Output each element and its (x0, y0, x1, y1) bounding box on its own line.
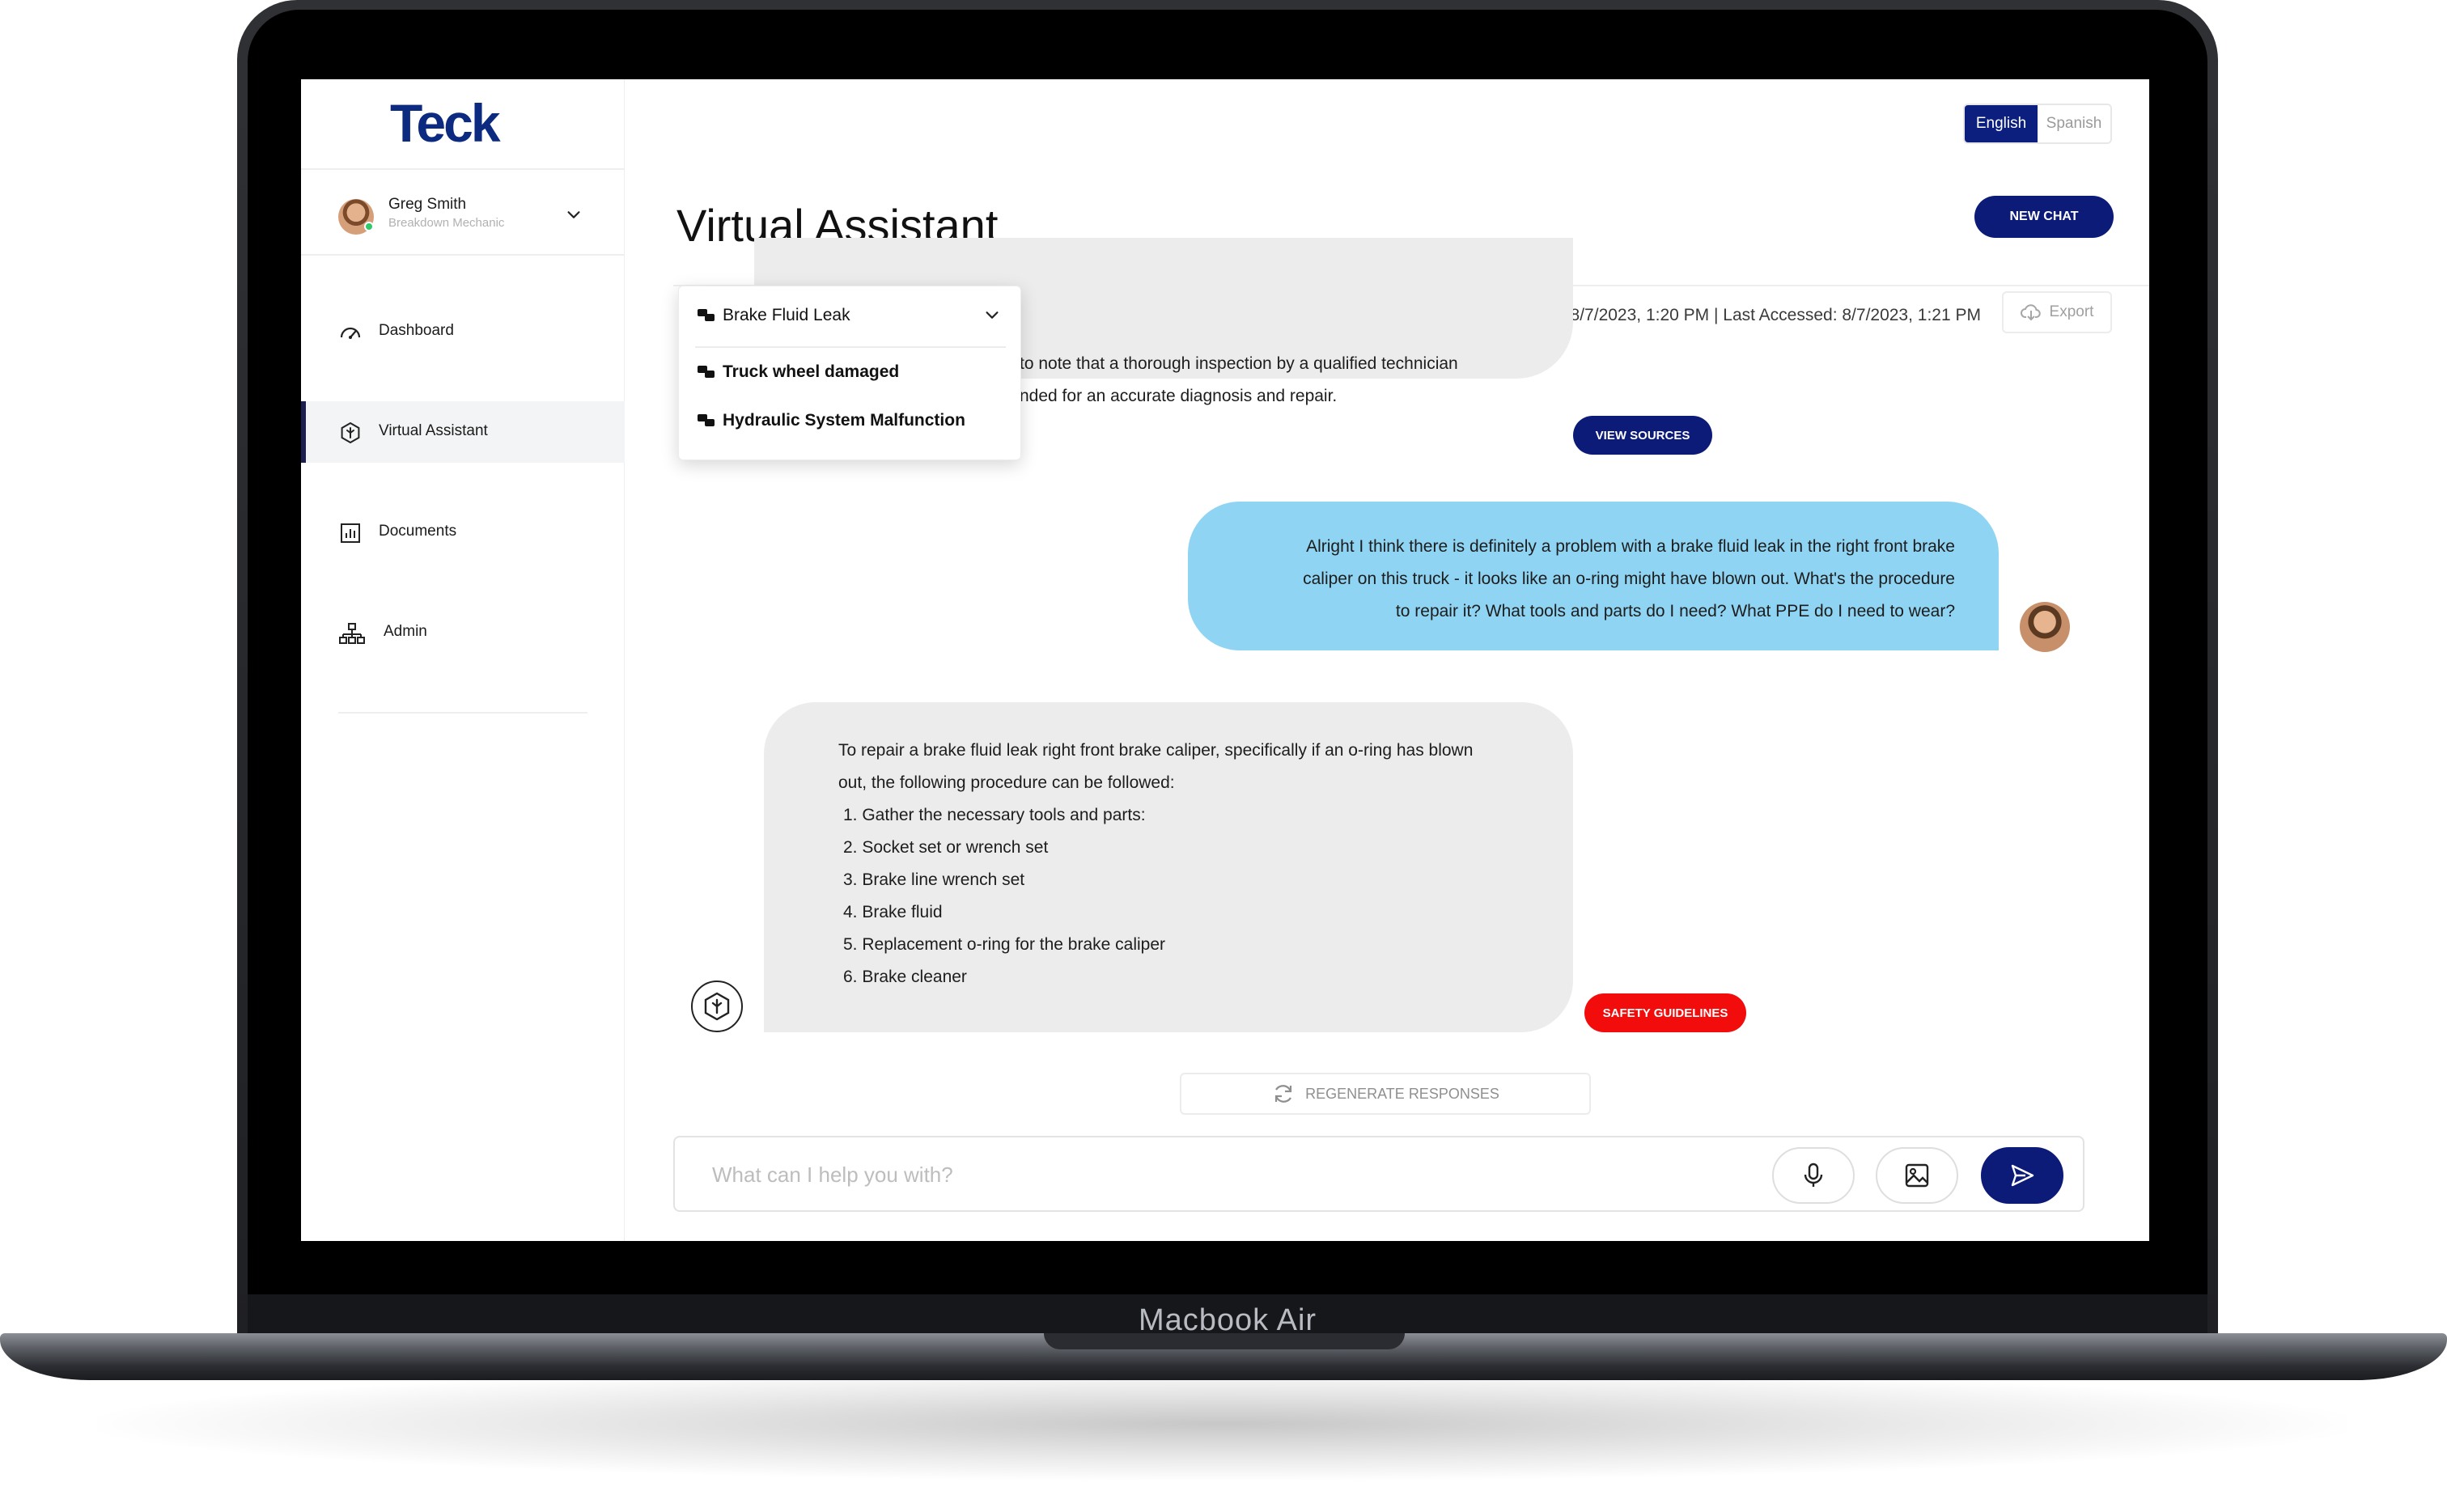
teck-logo[interactable]: Teck (390, 92, 501, 154)
chevron-down-icon (986, 311, 999, 319)
regenerate-label: REGENERATE RESPONSES (1305, 1085, 1499, 1102)
image-upload-button[interactable] (1876, 1147, 1958, 1204)
divider (301, 254, 625, 256)
language-option-spanish[interactable]: Spanish (2038, 105, 2110, 142)
list-item: 1. Gather the necessary tools and parts: (843, 806, 1146, 824)
gauge-icon (340, 327, 361, 339)
sidebar-item-documents[interactable]: Documents (301, 502, 625, 563)
selected-conversation: Brake Fluid Leak (723, 306, 850, 324)
chevron-down-icon (567, 211, 580, 218)
message-line: nded for an accurate diagnosis and repai… (1020, 387, 1338, 405)
chat-bubbles-icon (698, 309, 715, 321)
chat-bubbles-icon (698, 366, 715, 378)
send-icon (2011, 1164, 2034, 1187)
user-role: Breakdown Mechanic (388, 216, 505, 230)
image-icon (1905, 1163, 1929, 1188)
sidebar-item-virtual-assistant[interactable]: Virtual Assistant (301, 401, 625, 463)
sidebar-item-admin[interactable]: Admin (301, 602, 625, 663)
assistant-message-content: To repair a brake fluid leak right front… (838, 735, 1534, 1026)
refresh-icon (1275, 1085, 1292, 1103)
cloud-download-icon (2020, 304, 2041, 321)
language-toggle: English Spanish (1963, 104, 2112, 144)
divider (338, 712, 587, 714)
assistant-avatar (691, 980, 743, 1032)
floor-shadow (97, 1367, 2347, 1480)
org-chart-icon (339, 623, 365, 644)
message-line: to note that a thorough inspection by a … (1020, 354, 1458, 373)
list-item: 4. Brake fluid (843, 903, 943, 921)
divider (301, 168, 625, 170)
procedure-steps: 1. Gather the necessary tools and parts:… (838, 799, 1486, 993)
user-name: Greg Smith (388, 196, 467, 213)
conversation-option[interactable]: Truck wheel damaged (679, 351, 1022, 393)
conversation-selector[interactable]: Brake Fluid Leak (679, 286, 1022, 346)
regenerate-responses-button[interactable]: REGENERATE RESPONSES (1180, 1073, 1591, 1115)
sidebar: Teck Greg Smith Breakdown Mechanic Dashb… (301, 79, 625, 1241)
voice-input-button[interactable] (1772, 1147, 1855, 1204)
hexagon-assistant-icon (704, 992, 730, 1021)
chat-bubbles-icon (698, 414, 715, 426)
app-screen: Teck Greg Smith Breakdown Mechanic Dashb… (301, 79, 2149, 1241)
sidebar-item-label: Documents (379, 523, 457, 540)
online-status-dot (364, 222, 374, 231)
message-line: to repair it? What tools and parts do I … (1395, 602, 1955, 620)
safety-guidelines-button[interactable]: SAFETY GUIDELINES (1584, 993, 1746, 1032)
divider (695, 346, 1006, 348)
bar-chart-document-icon (341, 523, 360, 543)
view-sources-button[interactable]: VIEW SOURCES (1573, 416, 1712, 455)
new-chat-button[interactable]: NEW CHAT (1974, 196, 2114, 238)
list-item: 6. Brake cleaner (843, 968, 967, 986)
conversation-dropdown: Brake Fluid Leak Truck wheel damaged Hyd… (678, 286, 1021, 460)
sidebar-item-dashboard[interactable]: Dashboard (301, 301, 625, 362)
sidebar-item-label: Virtual Assistant (379, 422, 488, 439)
list-item: 5. Replacement o-ring for the brake cali… (843, 935, 1166, 954)
message-input[interactable] (712, 1155, 1748, 1194)
conversation-option-label: Truck wheel damaged (723, 362, 900, 381)
conversation-option-label: Hydraulic System Malfunction (723, 411, 965, 430)
user-avatar (2020, 602, 2070, 652)
user-menu[interactable]: Greg Smith Breakdown Mechanic (338, 196, 597, 241)
message-line: out, the following procedure can be foll… (838, 773, 1175, 792)
message-line: Alright I think there is definitely a pr… (1306, 537, 1955, 556)
send-button[interactable] (1981, 1147, 2063, 1204)
sidebar-item-label: Admin (384, 623, 427, 640)
list-item: 2. Socket set or wrench set (843, 838, 1049, 857)
message-line: caliper on this truck - it looks like an… (1303, 570, 1955, 588)
export-label: Export (2049, 303, 2094, 320)
message-composer (673, 1136, 2084, 1212)
export-button[interactable]: Export (2002, 291, 2112, 333)
language-option-english[interactable]: English (1965, 105, 2038, 142)
conversation-option[interactable]: Hydraulic System Malfunction (679, 400, 1022, 442)
hexagon-assistant-icon (341, 421, 360, 444)
sidebar-item-label: Dashboard (379, 322, 454, 339)
laptop-notch (1044, 1333, 1405, 1349)
message-line: To repair a brake fluid leak right front… (838, 741, 1474, 760)
list-item: 3. Brake line wrench set (843, 870, 1025, 889)
conversation-timestamps: Created 8/7/2023, 1:20 PM | Last Accesse… (1505, 306, 1981, 324)
microphone-icon (1804, 1163, 1823, 1187)
